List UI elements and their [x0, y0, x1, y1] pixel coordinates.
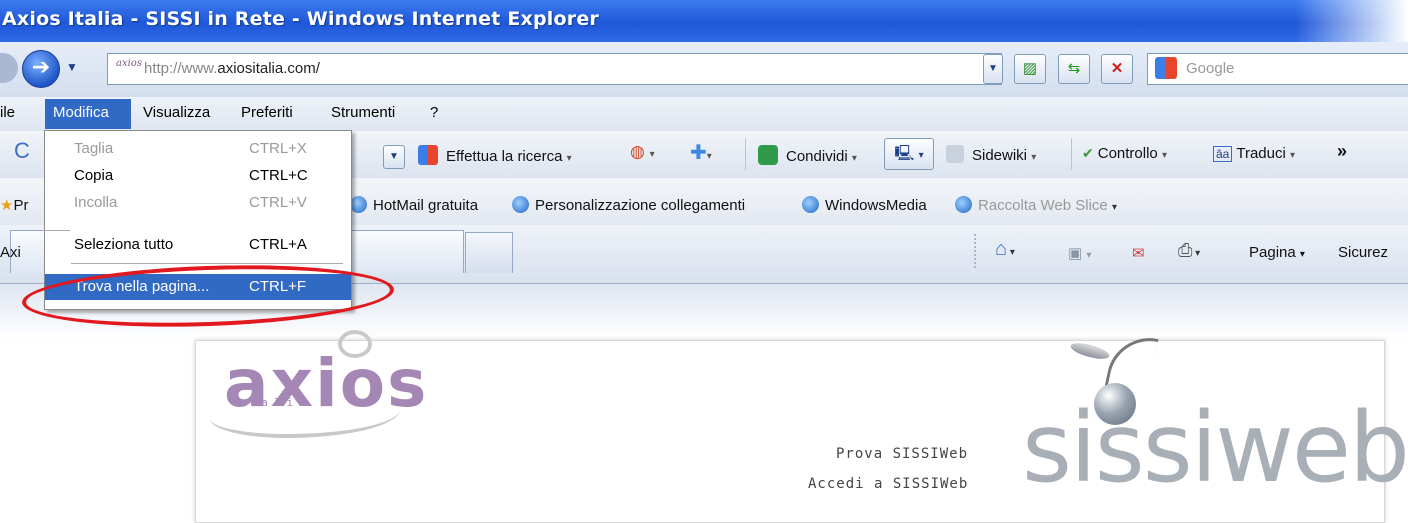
menu-item-label: Seleziona tutto [74, 236, 174, 253]
axios-logo: axios [224, 345, 429, 422]
sidewiki-icon [946, 145, 964, 163]
menu-item-taglia[interactable]: Taglia CTRL+X [45, 136, 351, 162]
stop-icon[interactable]: ✕ [1101, 54, 1133, 84]
monitor-icon[interactable]: 🖳 ▾ [884, 138, 934, 170]
menu-bar [0, 97, 1408, 131]
bookmark-icon[interactable]: ◍ ▾ [630, 142, 655, 162]
google-icon [1155, 57, 1177, 79]
menu-modifica[interactable]: Modifica [53, 104, 109, 121]
search-placeholder[interactable]: Google [1186, 60, 1234, 77]
menu-separator [44, 230, 70, 231]
condividi-button[interactable]: Condividi ▾ [758, 145, 857, 165]
link-prova-sissiweb[interactable]: Prova SISSIWeb [836, 446, 968, 462]
tab-current-title[interactable]: Axi [0, 244, 21, 261]
menu-item-shortcut: CTRL+V [249, 194, 307, 211]
menu-item-shortcut: CTRL+C [249, 167, 308, 184]
menu-item-label: Taglia [74, 140, 114, 157]
menu-item-label: Copia [74, 167, 114, 184]
search-dropdown-button[interactable]: ▼ [383, 145, 405, 169]
share-icon [758, 145, 778, 165]
favorite-web-slice[interactable]: Raccolta Web Slice ▾ [955, 196, 1117, 214]
plus-icon[interactable]: ✚▾ [690, 140, 712, 165]
menu-item-shortcut: CTRL+X [249, 140, 307, 157]
spellcheck-icon: ✔ [1082, 145, 1094, 161]
toolbar-partial-icon: C [14, 138, 30, 163]
ie-page-icon [802, 196, 819, 213]
feeds-icon[interactable]: ▣ ▾ [1068, 244, 1091, 262]
translate-icon: âa [1213, 146, 1233, 162]
menu-file[interactable]: ile [0, 104, 15, 121]
menu-separator [71, 263, 343, 264]
menu-item-seleziona-tutto[interactable]: Seleziona tutto CTRL+A [45, 232, 351, 258]
history-dropdown-icon[interactable]: ▼ [66, 60, 78, 74]
menu-help[interactable]: ? [430, 104, 438, 121]
star-icon: ★ [0, 197, 14, 214]
site-favicon-icon: axios [116, 58, 142, 69]
favorites-button[interactable]: ★Pr [0, 196, 28, 214]
toolbar-separator [1071, 138, 1072, 170]
traduci-button[interactable]: âa Traduci ▾ [1213, 145, 1295, 162]
toolbar-overflow-icon[interactable]: » [1337, 141, 1347, 162]
sicurezza-menu[interactable]: Sicurez [1338, 244, 1388, 261]
google-search-icon [418, 145, 438, 165]
axios-logo-sub: italia [236, 396, 312, 409]
compatibility-view-icon[interactable]: ▨ [1014, 54, 1046, 84]
ie-page-icon [512, 196, 529, 213]
window-title: Axios Italia - SISSI in Rete - Windows I… [2, 8, 599, 30]
controllo-button[interactable]: ✔ Controllo ▾ [1082, 145, 1167, 162]
favorite-link-hotmail[interactable]: HotMail gratuita [350, 196, 478, 214]
forward-arrow-icon[interactable]: ➔ [22, 50, 60, 88]
menu-visualizza[interactable]: Visualizza [143, 104, 210, 121]
link-accedi-sissiweb[interactable]: Accedi a SISSIWeb [808, 476, 968, 492]
search-button[interactable]: Effettua la ricerca ▾ [418, 145, 572, 165]
menu-preferiti[interactable]: Preferiti [241, 104, 293, 121]
menu-item-incolla[interactable]: Incolla CTRL+V [45, 190, 351, 216]
address-dropdown-button[interactable]: ▼ [983, 54, 1003, 84]
favorite-link-windowsmedia[interactable]: WindowsMedia [802, 196, 927, 214]
menu-item-label: Incolla [74, 194, 118, 211]
ie-page-icon [350, 196, 367, 213]
sidewiki-button[interactable]: Sidewiki ▾ [946, 145, 1036, 164]
ie-page-icon [955, 196, 972, 213]
sissiweb-logo: sissiweb [1022, 392, 1408, 504]
home-icon[interactable]: ⌂ ▾ [995, 238, 1015, 261]
menu-strumenti[interactable]: Strumenti [331, 104, 395, 121]
favorite-link-personalizzazione[interactable]: Personalizzazione collegamenti [512, 196, 745, 214]
refresh-icon[interactable]: ⇆ [1058, 54, 1090, 84]
print-icon[interactable]: ⎙ ▾ [1178, 240, 1200, 261]
mail-icon[interactable]: ✉ [1132, 244, 1145, 262]
address-url[interactable]: http://www.axiositalia.com/ [144, 60, 320, 77]
toolbar-separator [745, 138, 746, 170]
menu-item-copia[interactable]: Copia CTRL+C [45, 163, 351, 189]
pagina-menu[interactable]: Pagina ▾ [1249, 244, 1305, 261]
menu-item-shortcut: CTRL+A [249, 236, 307, 253]
command-bar-grip [974, 234, 976, 268]
new-tab-button[interactable] [465, 232, 513, 273]
